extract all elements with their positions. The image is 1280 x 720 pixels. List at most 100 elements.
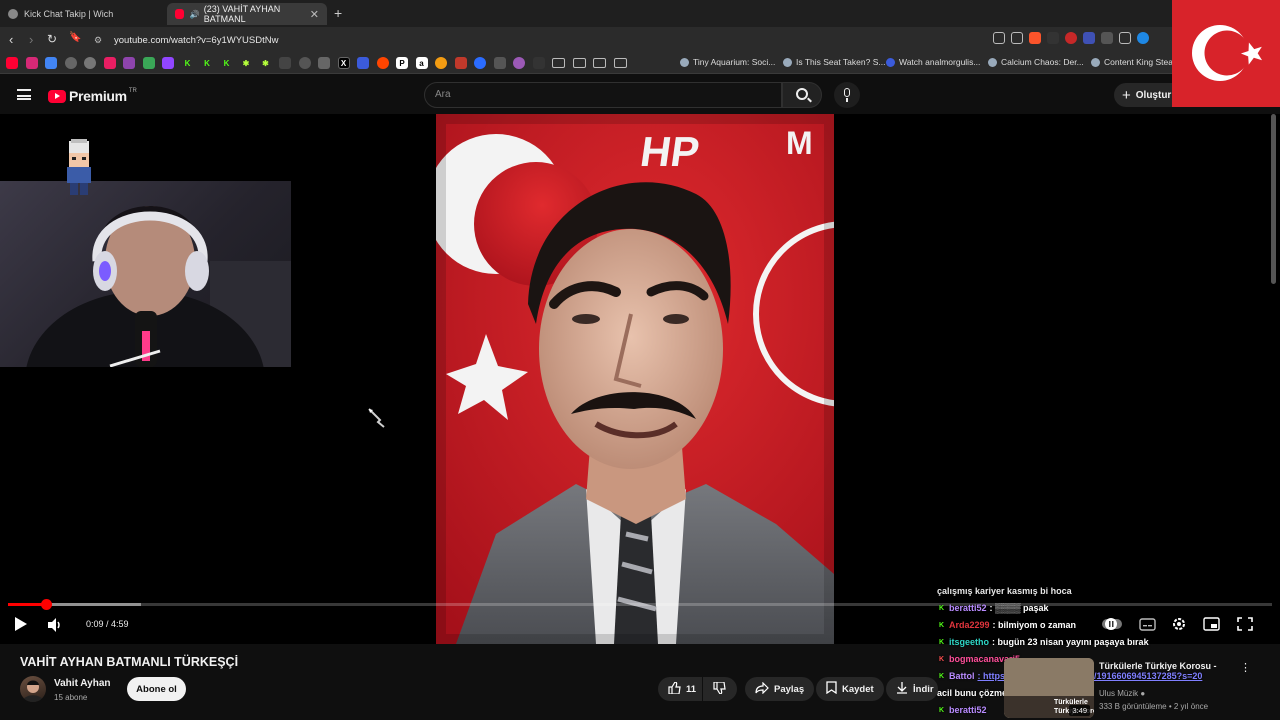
globe-bookmark-icon[interactable] xyxy=(64,57,77,69)
bookmark-icon[interactable] xyxy=(454,57,467,69)
browser-tab-kick-chat[interactable]: Kick Chat Takip | Wich xyxy=(0,3,165,25)
kick-bookmark-icon[interactable]: K xyxy=(201,57,213,69)
extension-icon[interactable] xyxy=(1137,32,1149,44)
forward-icon[interactable]: › xyxy=(29,32,33,47)
youtube-bookmark-icon[interactable] xyxy=(6,57,18,69)
related-video-title[interactable]: Türkülerle Türkiye Korosu - xyxy=(1099,660,1229,672)
translate-bookmark-icon[interactable] xyxy=(45,57,57,69)
bookmark-content-king[interactable]: Content King Steam xyxy=(1091,57,1180,67)
tab-title: Kick Chat Takip | Wich xyxy=(24,9,114,19)
address-bar-row: ‹ › ↻ 🔖 ⚙ youtube.com/watch?v=6y1WYUSDtN… xyxy=(0,27,1280,53)
speaker-icon[interactable]: 🔊 xyxy=(190,10,200,19)
more-options-icon[interactable]: ⋮ xyxy=(1240,661,1251,674)
bookmark-icon[interactable] xyxy=(474,57,486,69)
dislike-button[interactable] xyxy=(703,677,737,701)
bookmark-icon[interactable] xyxy=(123,57,135,69)
chat-message: K itsgeetho : bugün 23 nisan yayını paşa… xyxy=(938,637,1149,647)
bookmark-calcium-chaos[interactable]: Calcium Chaos: Der... xyxy=(988,57,1084,67)
scrubber-handle[interactable] xyxy=(40,599,52,610)
turkish-flag-overlay xyxy=(1172,0,1280,107)
x-bookmark-icon[interactable]: X xyxy=(337,57,350,69)
bookmarks-bar: K K K ✱ ✱ X P a Tiny Aquarium: Soci... I… xyxy=(0,53,1280,74)
search-input[interactable]: Ara xyxy=(424,82,782,108)
instagram-bookmark-icon[interactable] xyxy=(25,57,38,69)
play-icon[interactable] xyxy=(15,617,27,631)
bookmark-seat-taken[interactable]: Is This Seat Taken? S... xyxy=(783,57,885,67)
kick-bookmark-icon[interactable]: K xyxy=(182,57,194,69)
download-button[interactable]: İndir xyxy=(886,677,938,701)
related-video-channel[interactable]: Ulus Müzik ● xyxy=(1099,689,1145,698)
extension-icon[interactable] xyxy=(1083,32,1095,44)
extension-icon[interactable] xyxy=(1065,32,1077,44)
related-video-meta: 333 B görüntüleme • 2 yıl önce xyxy=(1099,702,1209,711)
like-button[interactable]: 11 xyxy=(658,677,702,701)
page-scrollbar[interactable] xyxy=(1271,114,1276,284)
kick-badge-icon: K xyxy=(938,672,945,680)
bookmark-icon[interactable]: P xyxy=(396,57,408,69)
extension-icon[interactable] xyxy=(1101,32,1113,44)
twitch-bookmark-icon[interactable] xyxy=(162,57,174,69)
folder-icon[interactable] xyxy=(552,58,565,68)
bookmark-icon[interactable] xyxy=(142,57,155,69)
folder-icon[interactable] xyxy=(572,58,586,68)
volume-icon[interactable] xyxy=(47,618,63,632)
kick-bookmark-icon[interactable]: K xyxy=(221,57,233,69)
channel-name[interactable]: Vahit Ayhan xyxy=(54,678,111,689)
microphone-icon xyxy=(844,88,850,97)
folder-icon[interactable] xyxy=(593,58,606,68)
bookmark-icon[interactable] xyxy=(279,57,291,69)
steam-icon xyxy=(1091,57,1100,67)
bookmark-icon[interactable] xyxy=(318,57,330,69)
reload-icon[interactable]: ↻ xyxy=(47,32,57,46)
kick-badge-icon: K xyxy=(938,604,945,612)
folder-icon[interactable] xyxy=(613,58,627,68)
brave-shield-icon[interactable] xyxy=(1029,32,1041,44)
bookmark-icon[interactable]: ✱ xyxy=(240,57,252,69)
channel-avatar[interactable] xyxy=(20,676,46,702)
bookmark-watch[interactable]: Watch analmorgulis... xyxy=(886,57,980,67)
search-button[interactable] xyxy=(782,82,822,108)
share-button[interactable]: Paylaş xyxy=(745,677,815,701)
hamburger-menu-icon[interactable] xyxy=(17,89,31,100)
back-icon[interactable]: ‹ xyxy=(9,32,13,47)
steam-icon xyxy=(783,57,792,67)
bookmark-icon[interactable] xyxy=(513,57,525,69)
share-icon[interactable] xyxy=(1011,32,1023,44)
share-arrow-icon xyxy=(755,681,769,697)
globe-bookmark-icon[interactable] xyxy=(84,57,96,69)
globe-icon xyxy=(8,9,18,19)
bookmark-icon[interactable] xyxy=(493,57,506,69)
bookmark-icon[interactable]: ✱ xyxy=(260,57,272,69)
site-settings-icon[interactable]: ⚙ xyxy=(94,35,102,46)
bookmark-icon[interactable]: 🔖 xyxy=(69,32,81,43)
close-tab-icon[interactable]: ✕ xyxy=(310,8,319,21)
steam-icon xyxy=(988,57,997,67)
video-duration: 3:49 xyxy=(1069,705,1090,716)
time-display: 0:09 / 4:59 xyxy=(86,619,129,629)
extension-icon[interactable] xyxy=(1119,32,1131,44)
chat-message: çalışmış kariyer kasmış bi hoca xyxy=(937,586,1072,596)
bookmark-icon[interactable] xyxy=(357,57,369,69)
cast-icon[interactable] xyxy=(993,32,1005,44)
reddit-bookmark-icon[interactable] xyxy=(376,57,389,69)
voice-search-button[interactable] xyxy=(834,82,860,108)
save-button[interactable]: Kaydet xyxy=(816,677,884,701)
download-icon xyxy=(896,681,908,697)
pixel-character-sticker xyxy=(60,139,98,197)
bookmark-icon[interactable] xyxy=(103,57,116,69)
subscribe-button[interactable]: Abone ol xyxy=(127,677,186,701)
amazon-bookmark-icon[interactable]: a xyxy=(415,57,428,69)
new-tab-icon[interactable]: + xyxy=(334,5,342,21)
related-video-thumbnail[interactable]: TürkülerleTürkiye Korosu 3:49 xyxy=(1004,658,1094,718)
verified-icon: ● xyxy=(1140,689,1146,698)
bookmark-tiny-aquarium[interactable]: Tiny Aquarium: Soci... xyxy=(680,57,775,67)
chat-message: K beratti52 : ▒▒▒▒ paşak xyxy=(938,603,1049,613)
browser-tab-youtube[interactable]: 🔊 (23) VAHİT AYHAN BATMANL ✕ xyxy=(167,3,327,25)
video-player[interactable]: HP M 0:09 / 4:59 xyxy=(0,114,1280,644)
bookmark-icon[interactable] xyxy=(435,57,447,69)
bookmark-icon[interactable] xyxy=(298,57,311,69)
extension-icon[interactable] xyxy=(1047,32,1059,44)
bookmark-icon[interactable] xyxy=(532,57,545,69)
youtube-premium-logo[interactable]: Premium TR xyxy=(48,88,137,104)
cursor-sword-icon xyxy=(368,408,386,428)
